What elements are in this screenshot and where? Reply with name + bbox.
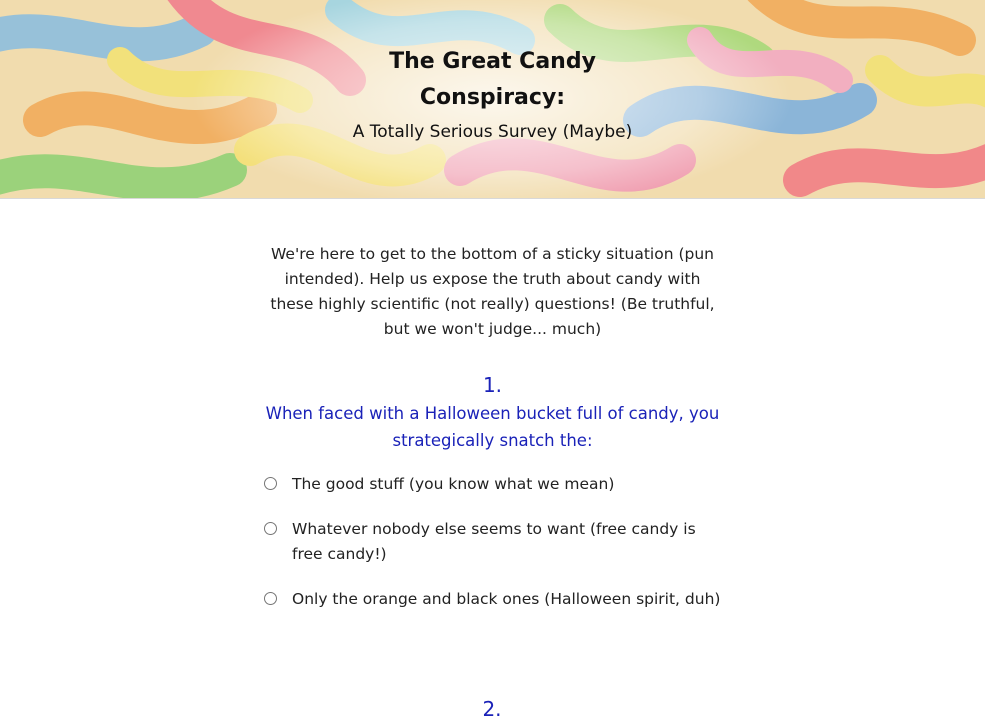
answer-options: The good stuff (you know what we mean) W… [262,472,723,612]
answer-option-good-stuff[interactable]: The good stuff (you know what we mean) [262,472,723,497]
page-subtitle: A Totally Serious Survey (Maybe) [352,122,633,142]
question-1: 1. When faced with a Halloween bucket fu… [262,370,723,632]
hero-text-block: The Great Candy Conspiracy: A Totally Se… [0,44,985,146]
answer-label: Whatever nobody else seems to want (free… [292,520,696,563]
question-text: When faced with a Halloween bucket full … [265,404,720,450]
radio-button[interactable] [264,477,277,490]
hero-banner: The Great Candy Conspiracy: A Totally Se… [0,0,985,199]
intro-text: We're here to get to the bottom of a sti… [270,244,715,338]
radio-button[interactable] [264,592,277,605]
page-title: The Great Candy Conspiracy: [389,49,596,110]
answer-option-unwanted[interactable]: Whatever nobody else seems to want (free… [262,517,723,567]
answer-option-orange-black[interactable]: Only the orange and black ones (Hallowee… [262,587,723,612]
question-2-number: 2. [482,697,502,721]
answer-label: The good stuff (you know what we mean) [292,475,615,493]
radio-button[interactable] [264,522,277,535]
answer-label: Only the orange and black ones (Hallowee… [292,590,721,608]
question-number: 1. [482,373,503,397]
